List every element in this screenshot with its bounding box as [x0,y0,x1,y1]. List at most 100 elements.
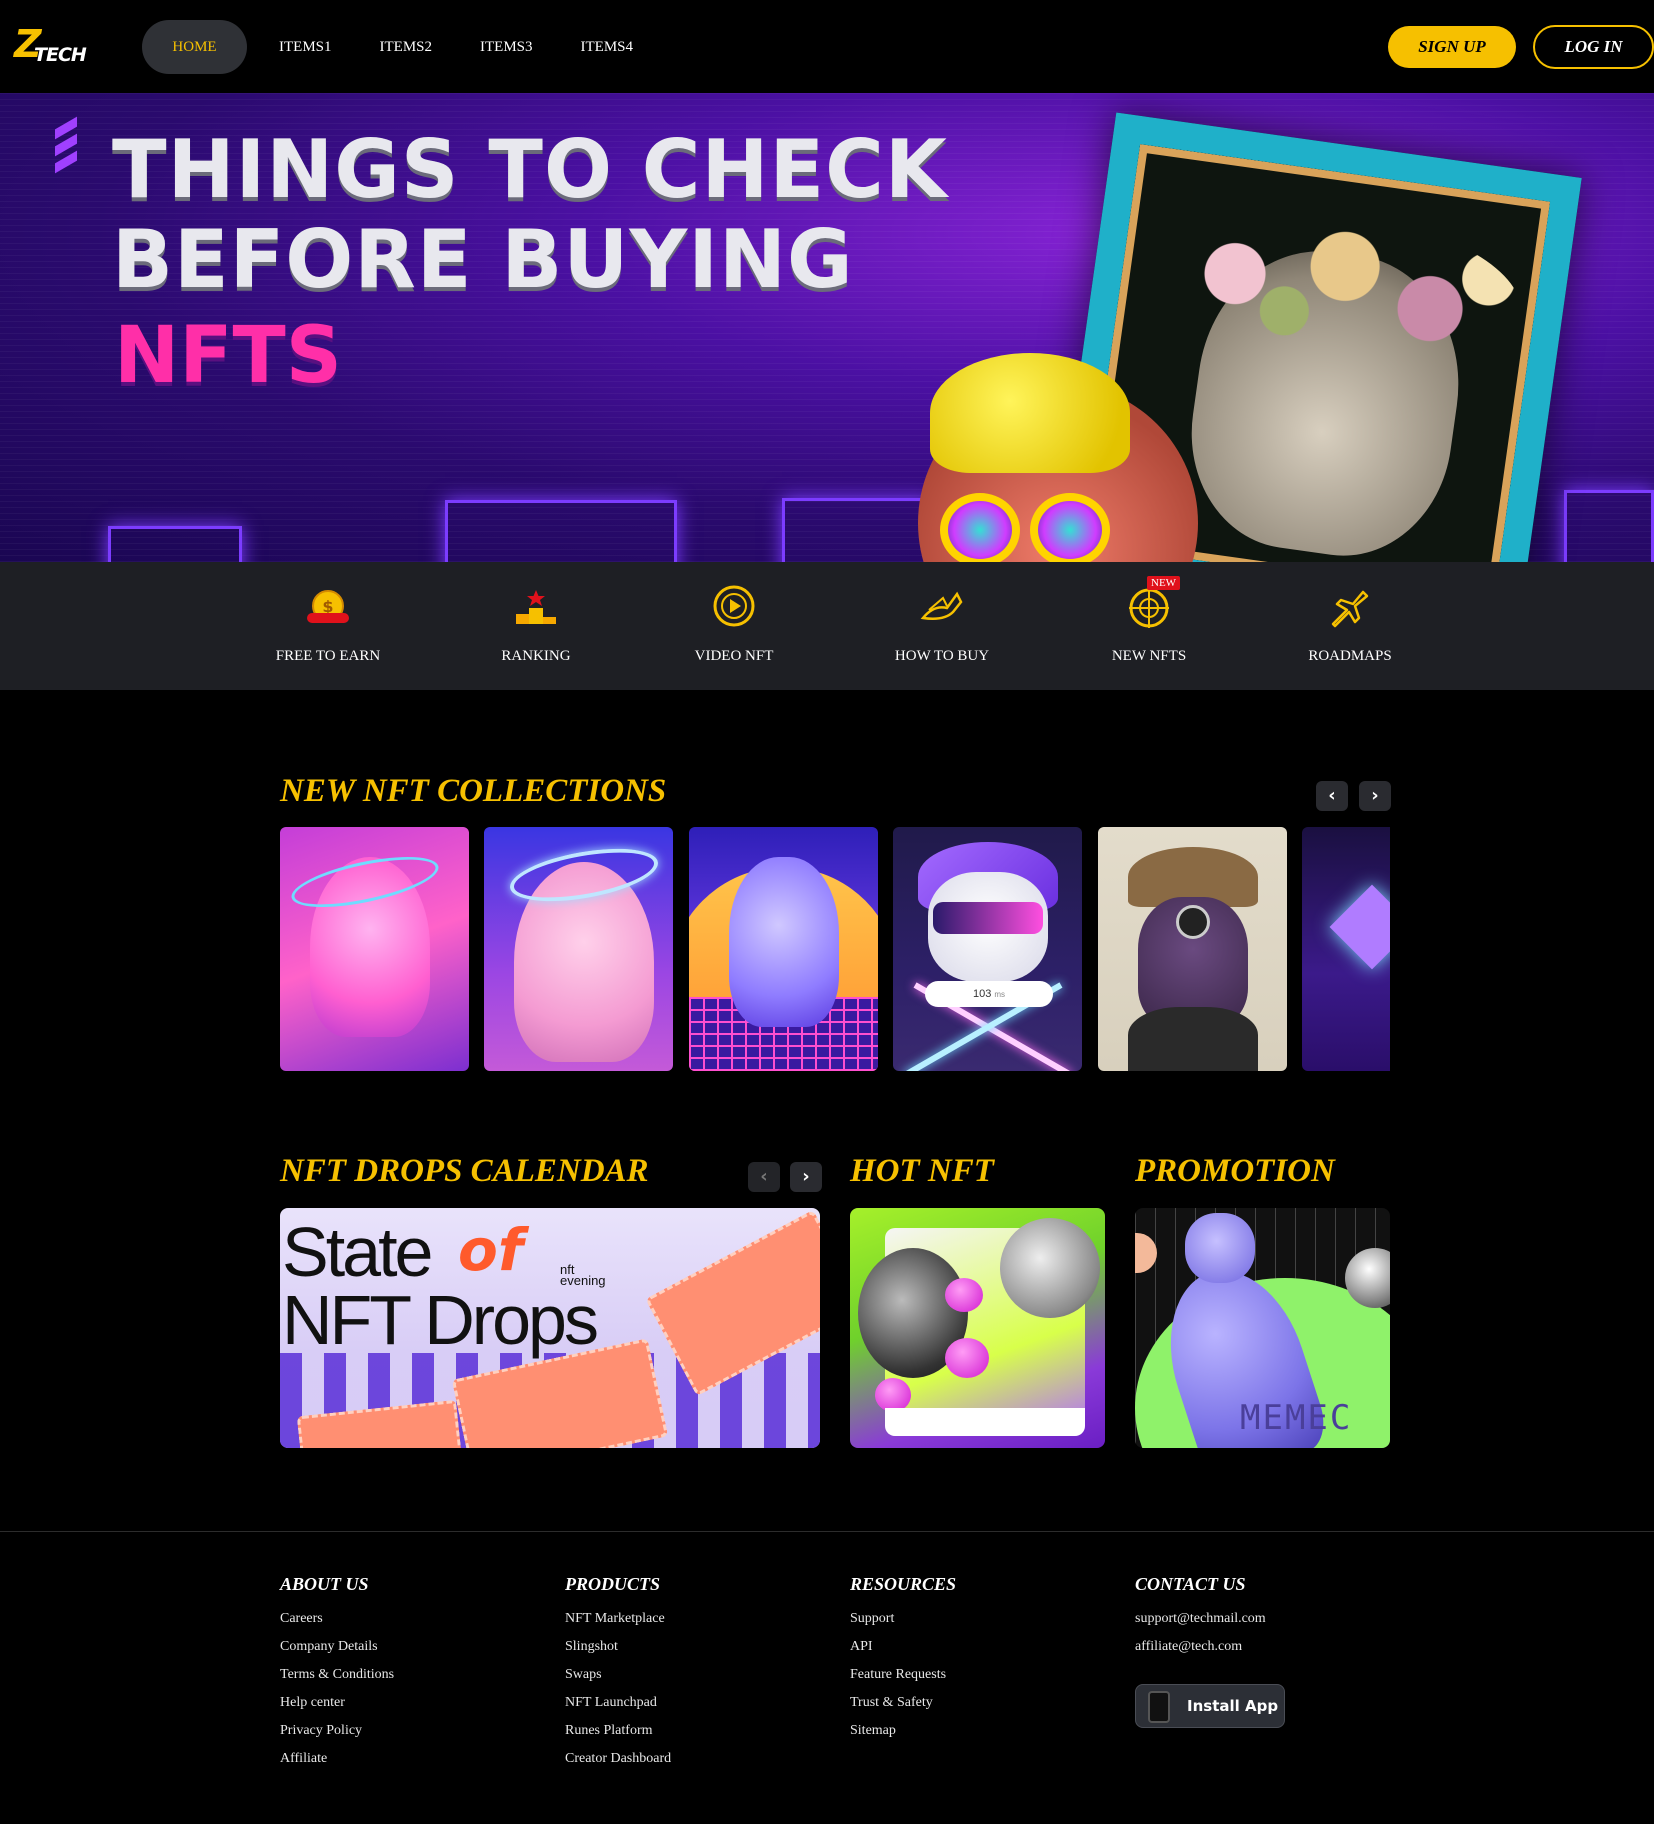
hero-stripes-decoration [55,116,77,193]
drops-next-button[interactable]: › [790,1162,822,1192]
top-header: Z TECH HOME ITEMS1 ITEMS2 ITEMS3 ITEMS4 … [0,0,1654,93]
category-bar: $ FREE TO EARN RANKING VIDEO NFT HOW TO … [0,562,1654,690]
nft-evening-brand: nft evening [560,1263,606,1288]
latency-badge: 103 ms [925,981,1053,1007]
hero-title-highlight: NFTS [114,311,342,401]
footer-link-company-details[interactable]: Company Details [280,1638,394,1666]
drops-banner-line1: State [282,1213,433,1291]
footer-link-feature-requests[interactable]: Feature Requests [850,1666,956,1694]
footer-heading: ABOUT US [280,1574,369,1594]
category-video-nft[interactable]: VIDEO NFT [684,562,784,690]
collection-card[interactable] [1302,827,1390,1071]
globe-target-icon [1129,588,1169,628]
nav-items3[interactable]: ITEMS3 [456,20,557,74]
phone-toolbar [885,1408,1085,1436]
footer-link-nft-launchpad[interactable]: NFT Launchpad [565,1694,671,1722]
hero-title-line2: BEFORE BUYING [112,213,854,306]
footer-link-support[interactable]: Support [850,1610,956,1638]
footer-link-affiliate[interactable]: Affiliate [280,1750,394,1778]
pegasus-icon [920,591,963,620]
category-label: ROADMAPS [1308,648,1392,664]
collections-prev-button[interactable]: ‹ [1316,781,1348,811]
drops-banner[interactable]: State NFT Drops of nft evening [280,1208,820,1448]
category-label: FREE TO EARN [275,648,381,664]
chevron-right-icon: › [802,1166,810,1187]
chevron-left-icon: ‹ [760,1166,768,1187]
doge-head [1185,1213,1255,1283]
category-new-nfts[interactable]: NEW NEW NFTS [1099,562,1199,690]
footer-divider [0,1531,1654,1532]
play-circle-icon [713,585,755,627]
footer-link-slingshot[interactable]: Slingshot [565,1638,671,1666]
footer-heading: CONTACT US [1135,1574,1246,1594]
drops-banner-line2: NFT Drops [282,1281,599,1359]
footer-link-sitemap[interactable]: Sitemap [850,1722,956,1750]
drops-title: NFT DROPS CALENDAR [280,1153,649,1189]
neon-box [782,498,932,562]
footer-link-nft-marketplace[interactable]: NFT Marketplace [565,1610,671,1638]
collections-next-button[interactable]: › [1359,781,1391,811]
footer-link-affiliate-email[interactable]: affiliate@tech.com [1135,1638,1266,1666]
drops-banner-headline: State NFT Drops [282,1213,599,1359]
neon-box [108,526,242,562]
drops-prev-button[interactable]: ‹ [748,1162,780,1192]
footer-link-api[interactable]: API [850,1638,956,1666]
login-button[interactable]: LOG IN [1533,25,1654,69]
heart-bubble [875,1378,911,1412]
signup-button[interactable]: SIGN UP [1388,26,1516,68]
collection-card[interactable] [484,827,673,1071]
nav-items4[interactable]: ITEMS4 [557,20,658,74]
category-label: NEW NFTS [1111,648,1187,664]
latency-unit: ms [994,990,1006,999]
logo[interactable]: Z TECH [14,24,90,68]
category-label: HOW TO BUY [894,648,990,664]
hero-title-line1: THINGS TO CHECK [112,123,948,216]
install-app-label: Install App [1187,1697,1279,1715]
footer-link-trust-safety[interactable]: Trust & Safety [850,1694,956,1722]
footer-link-runes-platform[interactable]: Runes Platform [565,1722,671,1750]
hero-title: THINGS TO CHECK BEFORE BUYING [112,125,948,305]
cashback-coin-icon: $ [307,590,349,623]
nav-items1[interactable]: ITEMS1 [255,20,356,74]
category-free-to-earn[interactable]: $ FREE TO EARN [275,562,381,690]
category-roadmaps[interactable]: ROADMAPS [1300,562,1400,690]
category-label: VIDEO NFT [694,648,774,664]
footer-link-swaps[interactable]: Swaps [565,1666,671,1694]
promotion-banner[interactable]: MEMEC [1135,1208,1390,1448]
footer-resources: RESOURCES Support API Feature Requests T… [850,1574,956,1750]
brand-line2: evening [560,1273,606,1288]
collection-card[interactable] [280,827,469,1071]
footer-link-privacy[interactable]: Privacy Policy [280,1722,394,1750]
airplane-icon [1331,590,1369,628]
chevron-left-icon: ‹ [1328,785,1336,806]
neon-box [1564,490,1654,562]
collections-carousel: 103 ms [280,827,1390,1071]
drops-banner-of: of [458,1216,524,1284]
footer-link-support-email[interactable]: support@techmail.com [1135,1610,1266,1638]
collection-card[interactable] [1098,827,1287,1071]
collection-card[interactable]: 103 ms [893,827,1082,1071]
monkey-hat [930,353,1130,473]
footer-link-terms[interactable]: Terms & Conditions [280,1666,394,1694]
promotion-title: PROMOTION [1135,1153,1335,1189]
footer-contact: CONTACT US support@techmail.com affiliat… [1135,1574,1266,1666]
promo-banner-text: MEMEC [1240,1398,1353,1438]
collections-title: NEW NFT COLLECTIONS [280,773,667,809]
heart-bubble [945,1278,983,1312]
nav-home[interactable]: HOME [142,20,247,74]
category-how-to-buy[interactable]: HOW TO BUY [892,562,992,690]
sunglasses-lens [1030,493,1110,562]
install-app-button[interactable]: Install App [1135,1684,1285,1728]
category-ranking[interactable]: RANKING [486,562,586,690]
hot-nft-banner[interactable] [850,1208,1105,1448]
footer-link-careers[interactable]: Careers [280,1610,394,1638]
nav-items2[interactable]: ITEMS2 [356,20,457,74]
new-badge: NEW [1147,576,1181,590]
logo-text: TECH [34,44,87,66]
heart-bubble [945,1338,989,1378]
hero-banner[interactable]: THINGS TO CHECK BEFORE BUYING NFTS [0,93,1654,562]
neon-box [445,500,677,562]
footer-link-help-center[interactable]: Help center [280,1694,394,1722]
footer-link-creator-dashboard[interactable]: Creator Dashboard [565,1750,671,1778]
collection-card[interactable] [689,827,878,1071]
